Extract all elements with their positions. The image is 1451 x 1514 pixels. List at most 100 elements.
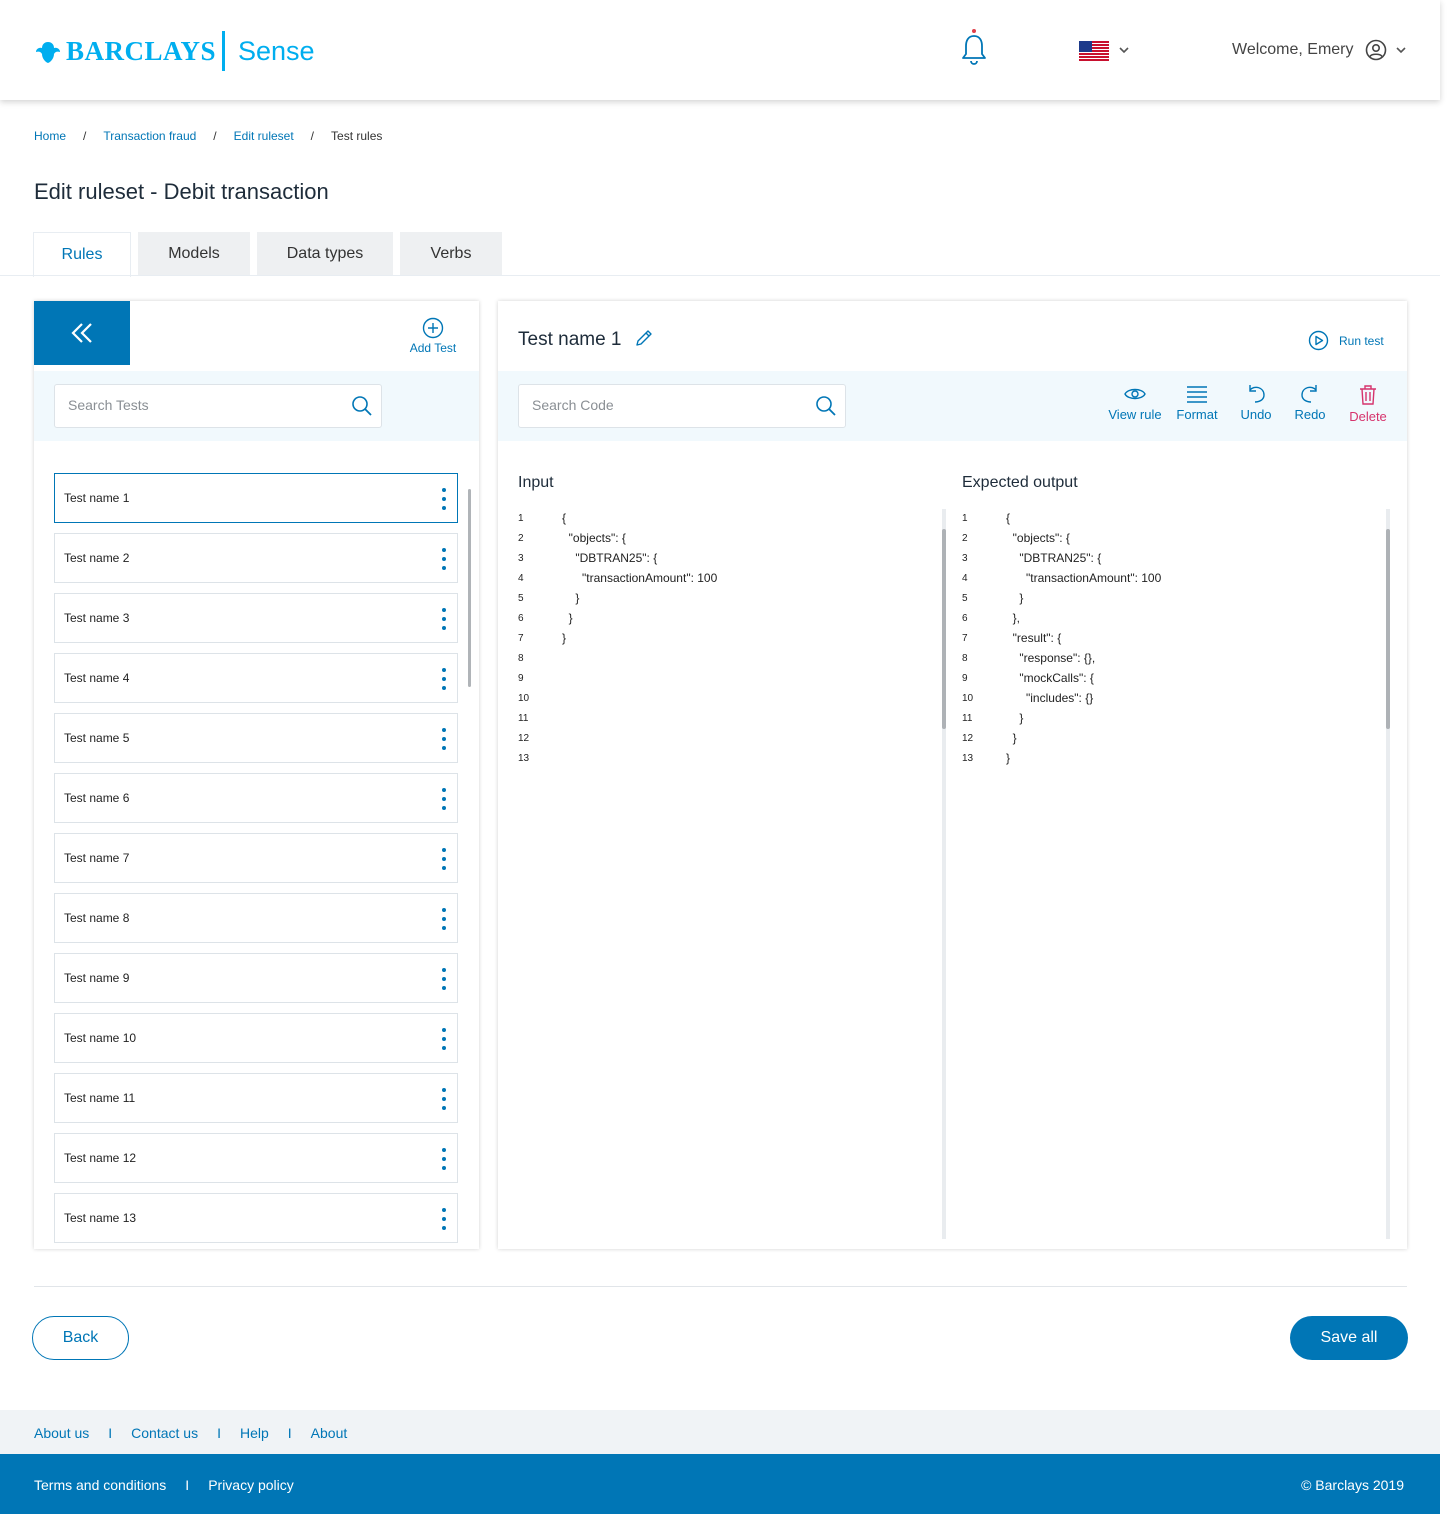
collapse-panel-button[interactable]: [34, 301, 130, 365]
test-list-item[interactable]: Test name 12: [54, 1133, 458, 1183]
tab-rules[interactable]: Rules: [33, 232, 131, 277]
test-name: Test name 6: [64, 791, 130, 805]
code-line: 12 }: [962, 731, 1362, 751]
chevron-down-icon[interactable]: [1395, 44, 1407, 56]
code-text: }: [1006, 751, 1011, 765]
test-name: Test name 4: [64, 671, 130, 685]
code-text: "includes": {}: [1006, 691, 1094, 705]
tab-data-types[interactable]: Data types: [257, 232, 393, 276]
code-line: 3 "DBTRAN25": {: [518, 551, 918, 571]
input-scrollbar[interactable]: [942, 509, 946, 1239]
us-flag-icon[interactable]: [1079, 41, 1109, 61]
code-text: "objects": {: [562, 531, 626, 545]
test-list-item[interactable]: Test name 10: [54, 1013, 458, 1063]
delete-button[interactable]: Delete: [1346, 385, 1390, 424]
more-options-icon[interactable]: [442, 848, 446, 870]
more-options-icon[interactable]: [442, 968, 446, 990]
output-scrollbar[interactable]: [1386, 509, 1390, 1239]
add-test-button[interactable]: Add Test: [404, 317, 462, 355]
input-code-editor[interactable]: 1{2 "objects": {3 "DBTRAN25": {4 "transa…: [518, 511, 918, 771]
test-list-item[interactable]: Test name 1: [54, 473, 458, 523]
plus-circle-icon: [422, 317, 444, 339]
footer-help[interactable]: Help: [240, 1425, 269, 1441]
code-line: 6 }: [518, 611, 918, 631]
save-all-button[interactable]: Save all: [1290, 1316, 1408, 1360]
test-list-item[interactable]: Test name 6: [54, 773, 458, 823]
chevron-down-icon[interactable]: [1118, 44, 1130, 56]
brand-name: BARCLAYS: [66, 36, 217, 66]
app-header: BARCLAYS Sense Welcome, Emery: [0, 0, 1440, 100]
breadcrumb-edit-ruleset[interactable]: Edit ruleset: [234, 129, 294, 143]
run-test-button[interactable]: Run test: [1308, 330, 1384, 351]
code-line: 6 },: [962, 611, 1362, 631]
test-list-item[interactable]: Test name 11: [54, 1073, 458, 1123]
code-line: 13}: [962, 751, 1362, 771]
notification-bell-icon[interactable]: [958, 28, 990, 68]
test-name: Test name 13: [64, 1211, 137, 1225]
test-list-item[interactable]: Test name 3: [54, 593, 458, 643]
more-options-icon[interactable]: [442, 908, 446, 930]
footer-privacy[interactable]: Privacy policy: [208, 1477, 294, 1493]
more-options-icon[interactable]: [442, 788, 446, 810]
search-icon[interactable]: [351, 395, 373, 417]
code-text: "result": {: [1006, 631, 1062, 645]
code-line: 9: [518, 671, 918, 691]
tab-bar: Rules Models Data types Verbs: [33, 232, 509, 277]
code-text: "transactionAmount": 100: [562, 571, 718, 585]
test-list-scrollbar[interactable]: [468, 489, 471, 687]
line-number: 12: [518, 733, 530, 744]
user-account-icon[interactable]: [1365, 39, 1387, 61]
view-rule-label: View rule: [1108, 407, 1162, 422]
footer-terms[interactable]: Terms and conditions: [34, 1477, 166, 1493]
more-options-icon[interactable]: [442, 608, 446, 630]
test-list-item[interactable]: Test name 5: [54, 713, 458, 763]
undo-button[interactable]: Undo: [1238, 385, 1274, 422]
more-options-icon[interactable]: [442, 1208, 446, 1230]
footer-contact-us[interactable]: Contact us: [131, 1425, 198, 1441]
breadcrumb-home[interactable]: Home: [34, 129, 66, 143]
redo-button[interactable]: Redo: [1292, 385, 1328, 422]
test-list-item[interactable]: Test name 8: [54, 893, 458, 943]
welcome-text: Welcome, Emery: [1232, 41, 1354, 58]
search-icon[interactable]: [815, 395, 837, 417]
line-number: 3: [962, 553, 968, 564]
more-options-icon[interactable]: [442, 488, 446, 510]
code-text: }: [1006, 711, 1024, 725]
test-name: Test name 2: [64, 551, 130, 565]
footer-about-us[interactable]: About us: [34, 1425, 89, 1441]
line-number: 8: [962, 653, 968, 664]
code-search-input[interactable]: [532, 397, 792, 413]
edit-pencil-icon[interactable]: [634, 328, 654, 348]
test-name: Test name 7: [64, 851, 130, 865]
test-list-item[interactable]: Test name 13: [54, 1193, 458, 1243]
more-options-icon[interactable]: [442, 668, 446, 690]
more-options-icon[interactable]: [442, 1028, 446, 1050]
tab-verbs[interactable]: Verbs: [400, 232, 502, 276]
back-button[interactable]: Back: [32, 1316, 129, 1360]
barclays-logo[interactable]: BARCLAYS: [34, 36, 216, 67]
test-search-input[interactable]: [68, 397, 328, 413]
expected-output-code-editor[interactable]: 1{2 "objects": {3 "DBTRAN25": {4 "transa…: [962, 511, 1362, 771]
footer-about[interactable]: About: [311, 1425, 348, 1441]
tab-models[interactable]: Models: [138, 232, 250, 276]
test-list-item[interactable]: Test name 7: [54, 833, 458, 883]
line-number: 6: [518, 613, 524, 624]
more-options-icon[interactable]: [442, 1088, 446, 1110]
format-lines-icon: [1187, 386, 1207, 403]
view-rule-button[interactable]: View rule: [1108, 385, 1162, 422]
delete-label: Delete: [1349, 409, 1387, 424]
line-number: 5: [518, 593, 524, 604]
format-button[interactable]: Format: [1174, 385, 1220, 422]
breadcrumb-transaction-fraud[interactable]: Transaction fraud: [103, 129, 196, 143]
test-search-box: [54, 384, 382, 428]
eagle-icon: [36, 41, 60, 63]
more-options-icon[interactable]: [442, 728, 446, 750]
more-options-icon[interactable]: [442, 548, 446, 570]
more-options-icon[interactable]: [442, 1148, 446, 1170]
test-list-item[interactable]: Test name 9: [54, 953, 458, 1003]
breadcrumb: Home / Transaction fraud / Edit ruleset …: [34, 129, 383, 143]
line-number: 8: [518, 653, 524, 664]
test-list-item[interactable]: Test name 4: [54, 653, 458, 703]
code-line: 3 "DBTRAN25": {: [962, 551, 1362, 571]
test-list-item[interactable]: Test name 2: [54, 533, 458, 583]
